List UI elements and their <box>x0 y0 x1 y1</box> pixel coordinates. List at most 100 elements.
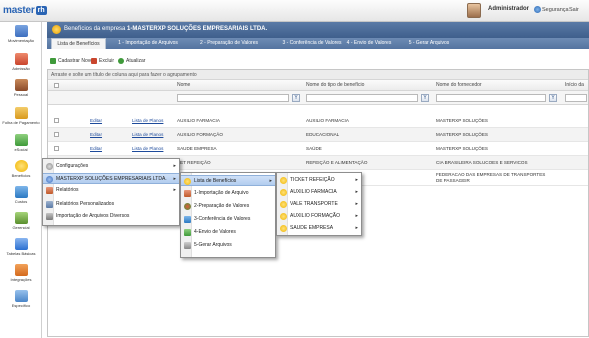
filter-icon[interactable]: Y <box>549 94 557 102</box>
submenu-arrow-icon: ▸ <box>173 176 176 182</box>
column-header-tipo[interactable]: Nome do tipo de benefício <box>306 80 364 91</box>
filter-input-vigencia[interactable] <box>565 94 587 102</box>
sidebar-item-gerencial[interactable]: Gerencial <box>0 212 42 230</box>
tab-lista-beneficios[interactable]: Lista de Benefícios <box>51 38 106 49</box>
menu-item-label: MASTERXP SOLUÇÕES EMPRESARIAIS LTDA. <box>56 176 167 182</box>
menu-item-company[interactable]: MASTERXP SOLUÇÕES EMPRESARIAIS LTDA. ▸ <box>43 173 179 184</box>
column-header-fornecedor[interactable]: Nome do fornecedor <box>436 80 482 91</box>
sidebar-item-beneficios[interactable]: Benefícios <box>0 160 42 178</box>
sidebar-item-tabelas[interactable]: Tabelas Básicas <box>0 238 42 256</box>
row-checkbox[interactable] <box>54 146 59 151</box>
sidebar-item-custos[interactable]: Custos <box>0 186 42 204</box>
plans-link[interactable]: Lista de Planos <box>132 142 163 156</box>
sidebar-item-label: Específico <box>11 303 31 308</box>
menu-item-gerar-arquivos[interactable]: 5-Gerar Arquivos <box>181 240 275 251</box>
refresh-button-label: Atualizar <box>126 58 146 64</box>
menu-item-relatorios-personalizados[interactable]: Relatórios Personalizados <box>43 199 179 210</box>
gerencial-icon <box>14 212 28 224</box>
plans-link[interactable]: Lista de Planos <box>132 114 163 128</box>
tab-preparacao[interactable]: 2 - Preparação de Valores <box>190 38 268 49</box>
toolbar: Cadastrar Novo Excluir Atualizar <box>47 55 589 67</box>
submenu-arrow-icon: ▸ <box>173 163 176 169</box>
sidebar-item-movimentacao[interactable]: Movimentação <box>0 25 42 43</box>
filter-input-nome[interactable] <box>177 94 289 102</box>
sidebar-item-pessoal[interactable]: Pessoal <box>0 79 42 97</box>
table-row[interactable]: Editar Lista de Planos AUXILIO FARMACIA … <box>48 114 588 128</box>
menu-item-lista-beneficios[interactable]: Lista de Benefícios ▸ <box>181 175 275 186</box>
menu-item-importacao-arquivo[interactable]: 1-Importação de Arquivo <box>181 188 275 199</box>
config-icon <box>46 163 53 170</box>
cell-supplier: FEDERACAO DAS EMPRESAS DE TRANSPORTES DE… <box>436 172 546 183</box>
filter-input-fornecedor[interactable] <box>436 94 546 102</box>
sidebar-item-integracoes[interactable]: Integrações <box>0 264 42 282</box>
submenu-arrow-icon: ▸ <box>355 225 358 231</box>
top-bar: master rh Administrador Segurança Sair <box>0 0 589 22</box>
especifico-icon <box>14 290 28 302</box>
row-checkbox[interactable] <box>54 118 59 123</box>
sidebar-item-label: Benefícios <box>11 173 31 178</box>
column-header-nome[interactable]: Nome <box>177 80 190 91</box>
submenu-arrow-icon: ▸ <box>355 213 358 219</box>
menu-item-label: SAUDE EMPRESA <box>290 225 334 231</box>
menu-item-label: Lista de Benefícios <box>194 178 237 184</box>
menu-item-auxilio-formacao[interactable]: AUXILIO FORMAÇÃO ▸ <box>277 211 361 222</box>
tab-envio[interactable]: 4 - Envio de Valores <box>337 38 401 49</box>
menu-item-label: 1-Importação de Arquivo <box>194 190 249 196</box>
security-icon[interactable] <box>534 6 541 13</box>
menu-item-vale-transporte[interactable]: VALE TRANSPORTE ▸ <box>277 199 361 210</box>
tab-importacao[interactable]: 1 - Importação de Arquivos <box>108 38 188 49</box>
row-checkbox[interactable] <box>54 132 59 137</box>
menu-item-importacao-diversos[interactable]: Importação de Arquivos Diversos <box>43 211 179 222</box>
sidebar-item-label: Tabelas Básicas <box>6 251 36 256</box>
app-window: master rh Administrador Segurança Sair M… <box>0 0 589 338</box>
sidebar-item-esocial[interactable]: eSocial <box>0 134 42 152</box>
menu-item-ticket-refeicao[interactable]: TICKET REFEIÇÃO ▸ <box>277 175 361 186</box>
exit-link[interactable]: Sair <box>569 7 579 13</box>
page-title-company: 1-MASTERXP SOLUÇÕES EMPRESARIAIS LTDA. <box>127 26 268 32</box>
sidebar-item-especifico[interactable]: Específico <box>0 290 42 308</box>
filter-icon[interactable]: Y <box>292 94 300 102</box>
submenu-arrow-icon: ▸ <box>355 201 358 207</box>
sidebar-item-label: Movimentação <box>7 38 34 43</box>
custom-report-icon <box>46 201 53 208</box>
menu-item-label: Importação de Arquivos Diversos <box>56 213 130 219</box>
app-logo[interactable]: master rh <box>3 3 47 18</box>
filter-icon[interactable]: Y <box>421 94 429 102</box>
context-menu-main: Configurações ▸ MASTERXP SOLUÇÕES EMPRES… <box>42 158 180 226</box>
sidebar-item-folha[interactable]: Folha de Pagamento <box>0 107 42 125</box>
select-all-checkbox[interactable] <box>54 83 59 88</box>
edit-link[interactable]: Editar <box>90 142 102 156</box>
delete-button[interactable]: Excluir <box>91 56 114 66</box>
benefit-icon <box>280 201 287 208</box>
menu-item-relatorios[interactable]: Relatórios ▸ <box>43 185 179 196</box>
tab-gerar-arquivos[interactable]: 5 - Gerar Arquivos <box>399 38 459 49</box>
delete-button-label: Excluir <box>99 58 115 64</box>
edit-link[interactable]: Editar <box>90 114 102 128</box>
cell-type: REFEIÇÃO E ALIMENTAÇÃO <box>306 160 368 165</box>
cell-supplier: CIA BRASILEIRA SOLUCOES E SERVICOS <box>436 160 528 165</box>
menu-item-conferencia-valores[interactable]: 3-Conferência de Valores <box>181 214 275 225</box>
menu-item-preparacao-valores[interactable]: 2-Preparação de Valores <box>181 201 275 212</box>
new-button[interactable]: Cadastrar Novo <box>50 56 93 66</box>
menu-item-envio-valores[interactable]: 4-Envio de Valores <box>181 227 275 238</box>
admissao-icon <box>14 53 28 65</box>
security-link[interactable]: Segurança <box>542 7 569 13</box>
menu-item-auxilio-farmacia[interactable]: AUXILIO FARMACIA ▸ <box>277 187 361 198</box>
refresh-button[interactable]: Atualizar <box>118 56 145 66</box>
plans-link[interactable]: Lista de Planos <box>132 128 163 142</box>
edit-link[interactable]: Editar <box>90 128 102 142</box>
filter-row: Y Y Y <box>48 91 588 105</box>
logo-box: rh <box>35 6 47 15</box>
table-row[interactable]: Editar Lista de Planos SAUDE EMPRESA SAÚ… <box>48 142 588 156</box>
user-name[interactable]: Administrador <box>488 6 529 12</box>
menu-item-configuracoes[interactable]: Configurações ▸ <box>43 161 179 172</box>
column-header-vigencia[interactable]: Início da vigência <box>565 80 588 99</box>
custos-icon <box>14 186 28 198</box>
menu-item-saude-empresa[interactable]: SAUDE EMPRESA ▸ <box>277 223 361 234</box>
submenu-arrow-icon: ▸ <box>355 177 358 183</box>
user-avatar[interactable] <box>467 3 481 18</box>
sidebar-item-admissao[interactable]: Admissão <box>0 53 42 71</box>
table-row[interactable]: Editar Lista de Planos AUXILIO FORMAÇÃO … <box>48 128 588 142</box>
submenu-arrow-icon: ▸ <box>355 189 358 195</box>
filter-input-tipo[interactable] <box>306 94 418 102</box>
